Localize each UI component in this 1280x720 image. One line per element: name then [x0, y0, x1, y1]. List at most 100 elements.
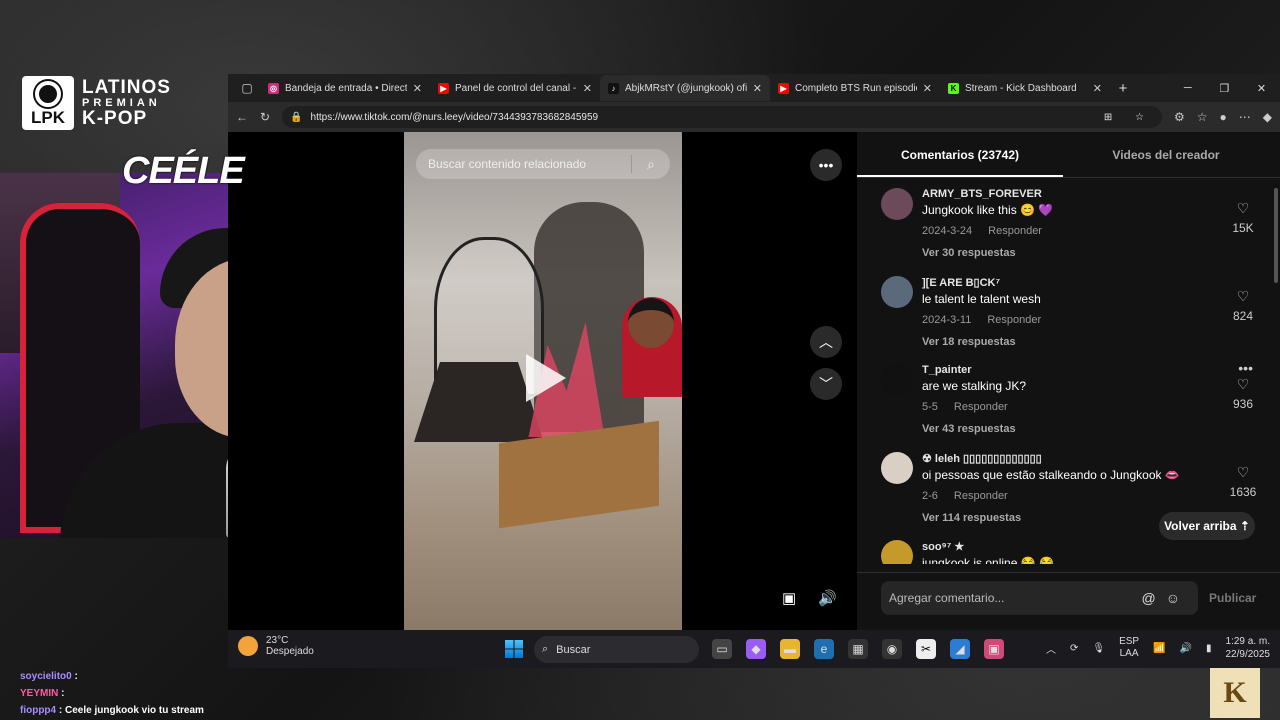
- close-tab-icon[interactable]: ✕: [923, 82, 932, 95]
- menu-icon[interactable]: ⋯: [1239, 110, 1251, 124]
- copilot-icon[interactable]: ◆: [1263, 110, 1272, 124]
- capcut-icon[interactable]: ✂: [916, 639, 936, 659]
- chat-line: soycielito0 :: [20, 671, 78, 682]
- minimize-icon[interactable]: ─: [1184, 82, 1192, 95]
- kick-icon: K: [948, 82, 959, 94]
- task-view-icon[interactable]: ▭: [712, 639, 732, 659]
- reply-button[interactable]: Responder: [988, 225, 1042, 237]
- refresh-icon[interactable]: ↻: [260, 110, 270, 124]
- corner-badge: K: [1210, 668, 1260, 718]
- new-tab-icon[interactable]: +: [1110, 80, 1136, 97]
- comment-input[interactable]: Agregar comentario... @☺: [881, 581, 1198, 615]
- back-icon[interactable]: ←: [236, 110, 248, 124]
- view-replies-button[interactable]: Ver 18 respuestas: [922, 336, 1222, 348]
- sidebar-toggle-icon[interactable]: ▢: [234, 81, 260, 95]
- comment-text: oi pessoas que estão stalkeando o Jungko…: [922, 468, 1180, 482]
- video-player[interactable]: Buscar contenido relacionado ⌕: [404, 132, 682, 630]
- lpk-logo: LPK LATINOS PREMIAN K-POP: [22, 76, 218, 132]
- tab-comments[interactable]: Comentarios (23742): [857, 132, 1063, 177]
- wifi-icon[interactable]: 📶: [1153, 643, 1165, 654]
- more-options-icon[interactable]: •••: [810, 149, 842, 181]
- streamer-name: CEÉLE: [122, 150, 245, 192]
- search-icon: ⌕: [542, 643, 549, 655]
- file-explorer-icon[interactable]: ▬: [780, 639, 800, 659]
- comment-text: Jungkook like this 😊 💜: [922, 203, 1054, 217]
- comment-user[interactable]: T_painter: [922, 364, 1222, 376]
- avatar[interactable]: [881, 540, 913, 564]
- clock[interactable]: 1:29 a. m. 22/9/2025: [1226, 635, 1271, 661]
- tab-tiktok[interactable]: ♪ AbjkMRstY (@jungkook) oficia ✕: [600, 75, 770, 101]
- reply-button[interactable]: Responder: [954, 401, 1008, 413]
- close-tab-icon[interactable]: ✕: [753, 82, 762, 95]
- comment-text: le talent le talent wesh: [922, 292, 1041, 306]
- windows-start-icon[interactable]: [505, 640, 523, 658]
- comment-user[interactable]: ][E ARE B▯CK⁷: [922, 276, 1222, 289]
- volume-icon[interactable]: 🔊: [818, 589, 837, 607]
- comment-date: 2024-3-11: [922, 314, 972, 326]
- temperature: 23°C: [266, 635, 289, 646]
- battery-icon[interactable]: ▮: [1206, 643, 1212, 654]
- chevron-up-icon[interactable]: ︿: [1046, 641, 1056, 656]
- avatar[interactable]: [881, 452, 913, 484]
- comment-user[interactable]: ARMY_BTS_FOREVER: [922, 188, 1222, 200]
- close-window-icon[interactable]: ✕: [1257, 82, 1266, 95]
- address-bar-row: ← ↻ 🔒 https://www.tiktok.com/@nurs.leey/v…: [228, 102, 1280, 132]
- avatar[interactable]: [881, 364, 913, 396]
- comment-user[interactable]: soo⁹⁷ ★: [922, 540, 1222, 553]
- view-replies-button[interactable]: Ver 30 respuestas: [922, 247, 1222, 259]
- play-icon[interactable]: [526, 354, 566, 402]
- profile-icon[interactable]: ●: [1220, 110, 1227, 124]
- tiktok-icon: ♪: [608, 82, 619, 94]
- app-icon[interactable]: ◢: [950, 639, 970, 659]
- related-search-input[interactable]: Buscar contenido relacionado ⌕: [416, 149, 670, 179]
- snipping-icon[interactable]: ▣: [984, 639, 1004, 659]
- edge-icon[interactable]: e: [814, 639, 834, 659]
- avatar[interactable]: [881, 276, 913, 308]
- comment-date: 5-5: [922, 401, 938, 413]
- heart-icon[interactable]: ♡: [1225, 288, 1261, 305]
- view-replies-button[interactable]: Ver 43 respuestas: [922, 423, 1222, 435]
- copilot-app-icon[interactable]: ◆: [746, 639, 766, 659]
- avatar[interactable]: [881, 188, 913, 220]
- previous-video-icon[interactable]: ︿: [810, 326, 842, 358]
- close-tab-icon[interactable]: ✕: [1093, 82, 1102, 95]
- taskbar-search[interactable]: ⌕ Buscar: [534, 636, 699, 663]
- search-icon[interactable]: ⌕: [632, 156, 670, 173]
- floating-player-icon[interactable]: ▣: [782, 589, 796, 607]
- restore-icon[interactable]: ❐: [1219, 82, 1229, 95]
- system-tray: ︿ ⟳ 🎙 ESP LAA 📶 🔊 ▮ 1:29 a. m. 22/9/2025: [1046, 635, 1270, 661]
- mention-emoji-icons[interactable]: @☺: [1141, 590, 1190, 606]
- mic-icon[interactable]: 🎙: [1092, 643, 1105, 654]
- weather-condition: Despejado: [266, 646, 314, 657]
- sync-icon[interactable]: ⟳: [1070, 643, 1078, 654]
- tab-youtube-bts[interactable]: ▶ Completo BTS Run episodio 8 ✕: [770, 75, 940, 101]
- tab-instagram[interactable]: ◎ Bandeja de entrada • Direct ✕: [260, 75, 430, 101]
- comment-more-icon[interactable]: •••: [1238, 360, 1253, 376]
- extensions-icon[interactable]: ⚙: [1174, 110, 1185, 124]
- close-tab-icon[interactable]: ✕: [413, 82, 422, 95]
- heart-icon[interactable]: ♡: [1225, 200, 1261, 217]
- weather-widget[interactable]: 23°C Despejado: [238, 635, 314, 657]
- next-video-icon[interactable]: ﹀: [810, 368, 842, 400]
- language-indicator[interactable]: ESP LAA: [1119, 636, 1139, 660]
- tab-youtube-panel[interactable]: ▶ Panel de control del canal - Yo ✕: [430, 75, 600, 101]
- speaker-icon[interactable]: 🔊: [1180, 643, 1192, 654]
- favorites-icon[interactable]: ☆: [1197, 110, 1208, 124]
- obs-icon[interactable]: ◉: [882, 639, 902, 659]
- like-count: 824: [1232, 309, 1254, 323]
- heart-icon[interactable]: ♡: [1225, 464, 1261, 481]
- lock-icon: 🔒: [290, 111, 303, 123]
- store-icon[interactable]: ▦: [848, 639, 868, 659]
- heart-icon[interactable]: ♡: [1225, 376, 1261, 393]
- read-aloud-icon[interactable]: ⊞ ☆: [1104, 112, 1154, 123]
- publish-button[interactable]: Publicar: [1209, 591, 1256, 605]
- like-count: 15K: [1232, 221, 1254, 235]
- tab-kick[interactable]: K Stream - Kick Dashboard ✕: [940, 75, 1110, 101]
- close-tab-icon[interactable]: ✕: [583, 82, 592, 95]
- comment-user[interactable]: ☢ leleh ▯▯▯▯▯▯▯▯▯▯▯▯▯: [922, 452, 1222, 465]
- url-field[interactable]: 🔒 https://www.tiktok.com/@nurs.leey/video…: [282, 106, 1162, 128]
- back-to-top-button[interactable]: Volver arriba ⇡: [1159, 512, 1255, 540]
- reply-button[interactable]: Responder: [987, 314, 1041, 326]
- reply-button[interactable]: Responder: [954, 490, 1008, 502]
- tab-creator-videos[interactable]: Videos del creador: [1063, 132, 1269, 177]
